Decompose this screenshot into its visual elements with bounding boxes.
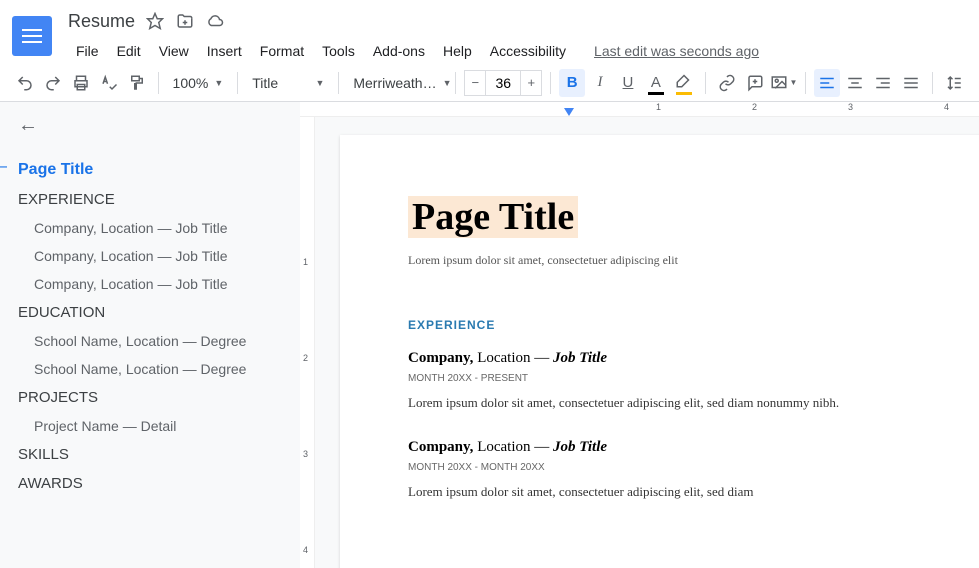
vruler-tick: 1 xyxy=(303,257,308,267)
highlight-color-button[interactable] xyxy=(671,69,697,97)
ruler-tick: 2 xyxy=(752,102,757,112)
vruler-tick: 3 xyxy=(303,449,308,459)
header: Resume File Edit View Insert Format Tool… xyxy=(0,0,979,64)
ruler-tick: 1 xyxy=(656,102,661,112)
menu-view[interactable]: View xyxy=(151,39,197,63)
entry-body[interactable]: Lorem ipsum dolor sit amet, consectetuer… xyxy=(408,394,979,413)
outline-panel: ← Page Title EXPERIENCE Company, Locatio… xyxy=(0,102,300,568)
main-area: ← Page Title EXPERIENCE Company, Locatio… xyxy=(0,102,979,568)
page-subtitle[interactable]: Lorem ipsum dolor sit amet, consectetuer… xyxy=(408,253,979,268)
outline-item[interactable]: PROJECTS xyxy=(18,383,282,412)
align-left-button[interactable] xyxy=(814,69,840,97)
star-icon[interactable] xyxy=(145,11,165,31)
font-size-increase[interactable]: + xyxy=(520,70,542,96)
menu-tools[interactable]: Tools xyxy=(314,39,363,63)
outline-item[interactable]: Project Name — Detail xyxy=(18,412,282,440)
entry-body[interactable]: Lorem ipsum dolor sit amet, consectetuer… xyxy=(408,483,979,502)
horizontal-ruler[interactable]: 1 2 3 4 xyxy=(300,102,979,117)
underline-button[interactable]: U xyxy=(615,69,641,97)
move-icon[interactable] xyxy=(175,11,195,31)
outline-item[interactable]: Company, Location — Job Title xyxy=(18,242,282,270)
toolbar: 100%▼ Title▼ Merriweath…▼ − + B I U A ▼ xyxy=(0,64,979,102)
menu-file[interactable]: File xyxy=(68,39,107,63)
last-edit-link[interactable]: Last edit was seconds ago xyxy=(594,43,759,59)
italic-button[interactable]: I xyxy=(587,69,613,97)
ruler-tick: 4 xyxy=(944,102,949,112)
outline-item[interactable]: SKILLS xyxy=(18,440,282,469)
line-spacing-button[interactable] xyxy=(941,69,967,97)
redo-button[interactable] xyxy=(40,69,66,97)
separator xyxy=(237,72,238,94)
separator xyxy=(705,72,706,94)
outline-item[interactable]: EDUCATION xyxy=(18,298,282,327)
text-color-button[interactable]: A xyxy=(643,69,669,97)
align-right-button[interactable] xyxy=(870,69,896,97)
document-wrapper[interactable]: 1 2 3 4 1 2 3 4 Page Title Lorem ipsum d… xyxy=(300,102,979,568)
align-center-button[interactable] xyxy=(842,69,868,97)
entry-date[interactable]: MONTH 20XX - MONTH 20XX xyxy=(408,462,979,473)
menu-accessibility[interactable]: Accessibility xyxy=(482,39,574,63)
outline-back-icon[interactable]: ← xyxy=(18,114,282,137)
ruler-tick: 3 xyxy=(848,102,853,112)
vruler-tick: 2 xyxy=(303,353,308,363)
outline-item-title[interactable]: Page Title xyxy=(18,155,282,185)
bold-button[interactable]: B xyxy=(559,69,585,97)
entry-date[interactable]: MONTH 20XX - PRESENT xyxy=(408,373,979,384)
doc-title[interactable]: Resume xyxy=(68,11,135,32)
outline-item[interactable]: School Name, Location — Degree xyxy=(18,327,282,355)
cloud-status-icon[interactable] xyxy=(205,11,225,31)
outline-item[interactable]: Company, Location — Job Title xyxy=(18,214,282,242)
indent-marker[interactable] xyxy=(564,108,574,116)
insert-image-button[interactable]: ▼ xyxy=(770,69,798,97)
align-justify-button[interactable] xyxy=(898,69,924,97)
print-button[interactable] xyxy=(68,69,94,97)
spellcheck-button[interactable] xyxy=(96,69,122,97)
outline-item[interactable]: AWARDS xyxy=(18,469,282,498)
entry-title[interactable]: Company, Location — Job Title xyxy=(408,350,979,367)
menu-format[interactable]: Format xyxy=(252,39,312,63)
outline-item[interactable]: School Name, Location — Degree xyxy=(18,355,282,383)
menu-addons[interactable]: Add-ons xyxy=(365,39,433,63)
entry-title[interactable]: Company, Location — Job Title xyxy=(408,439,979,456)
document-page[interactable]: Page Title Lorem ipsum dolor sit amet, c… xyxy=(340,135,979,568)
docs-app-icon[interactable] xyxy=(12,16,52,56)
separator xyxy=(158,72,159,94)
font-size-input[interactable] xyxy=(486,70,520,96)
separator xyxy=(550,72,551,94)
menu-help[interactable]: Help xyxy=(435,39,480,63)
separator xyxy=(805,72,806,94)
add-comment-button[interactable] xyxy=(742,69,768,97)
separator xyxy=(455,72,456,94)
separator xyxy=(338,72,339,94)
vertical-ruler[interactable]: 1 2 3 4 xyxy=(300,117,315,568)
menu-insert[interactable]: Insert xyxy=(199,39,250,63)
outline-item[interactable]: EXPERIENCE xyxy=(18,185,282,214)
undo-button[interactable] xyxy=(12,69,38,97)
separator xyxy=(932,72,933,94)
outline-item[interactable]: Company, Location — Job Title xyxy=(18,270,282,298)
zoom-select[interactable]: 100%▼ xyxy=(167,70,230,96)
menu-edit[interactable]: Edit xyxy=(109,39,149,63)
font-size-control: − + xyxy=(464,70,542,96)
paragraph-style-select[interactable]: Title▼ xyxy=(246,70,330,96)
page-title[interactable]: Page Title xyxy=(408,196,578,238)
section-heading[interactable]: EXPERIENCE xyxy=(408,318,979,332)
menu-bar: File Edit View Insert Format Tools Add-o… xyxy=(68,37,967,65)
font-select[interactable]: Merriweath…▼ xyxy=(347,70,447,96)
font-size-decrease[interactable]: − xyxy=(464,70,486,96)
insert-link-button[interactable] xyxy=(714,69,740,97)
paint-format-button[interactable] xyxy=(124,69,150,97)
vruler-tick: 4 xyxy=(303,545,308,555)
